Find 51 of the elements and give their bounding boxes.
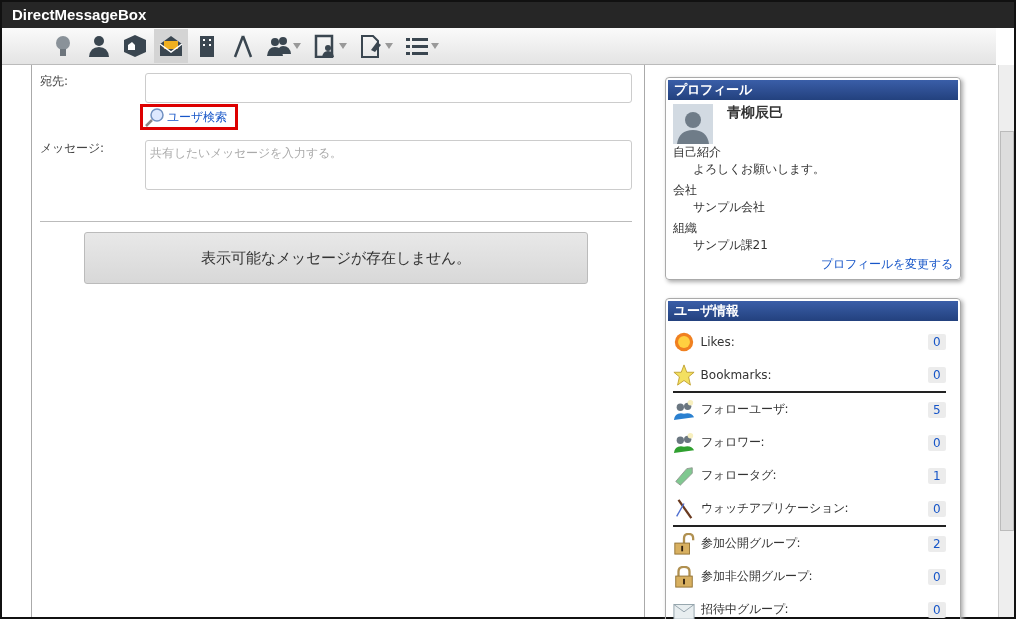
clipboard-person-icon — [313, 34, 337, 58]
compass-icon — [231, 34, 255, 58]
stat-label[interactable]: 招待中グループ: — [700, 601, 922, 618]
stat-count: 0 — [927, 568, 946, 585]
person-icon — [87, 34, 111, 58]
profile-value: よろしくお願いします。 — [691, 161, 826, 178]
stat-count: 1 — [927, 467, 946, 484]
card-title: ユーザ情報 — [667, 301, 958, 321]
empty-message: 表示可能なメッセージが存在しません。 — [84, 232, 588, 284]
stat-label[interactable]: 参加公開グループ: — [700, 535, 922, 552]
profile-label: 自己紹介 — [672, 144, 722, 161]
padlock-icon — [672, 532, 695, 555]
field-label: メッセージ: — [40, 140, 106, 157]
search-icon — [145, 107, 165, 127]
stat-label[interactable]: ウォッチアプリケーション: — [700, 500, 922, 517]
edit-profile-link[interactable]: プロフィールを変更する — [672, 256, 953, 273]
profile-label: 組織 — [672, 220, 698, 237]
stat-count: 0 — [927, 601, 946, 618]
padlock-icon — [672, 565, 695, 588]
users-icon — [672, 431, 695, 454]
avatar — [672, 104, 713, 144]
stat-count: 5 — [927, 401, 946, 418]
profile-value: サンプル会社 — [691, 199, 766, 216]
envelope-icon — [159, 34, 183, 58]
profile-label: 会社 — [672, 182, 698, 199]
stat-count: 2 — [927, 535, 946, 552]
people-icon — [267, 34, 291, 58]
stat-label[interactable]: Bookmarks: — [700, 367, 922, 382]
stat-label[interactable]: フォローユーザ: — [700, 401, 922, 418]
window-title: DirectMessageBox — [2, 2, 1014, 28]
users-icon — [672, 398, 695, 421]
document-pin-icon — [359, 34, 383, 58]
stat-count: 0 — [927, 500, 946, 517]
stat-count: 0 — [927, 366, 946, 383]
recipient-field[interactable] — [145, 73, 632, 103]
stat-label[interactable]: フォロワー: — [700, 434, 922, 451]
profile-value: サンプル課21 — [691, 237, 769, 254]
scrollbar[interactable] — [997, 65, 1014, 617]
toolbar-button[interactable] — [154, 29, 188, 63]
stat-label[interactable]: Likes: — [700, 334, 922, 349]
profile-name: 青柳辰巳 — [726, 104, 783, 122]
message-field[interactable]: 共有したいメッセージを入力する。 — [145, 140, 632, 190]
card-title: プロフィール — [667, 80, 958, 100]
tag-icon — [672, 464, 695, 487]
user-search-link[interactable]: ユーザ検索 — [140, 104, 238, 130]
stat-count: 0 — [927, 333, 946, 350]
stat-label[interactable]: 参加非公開グループ: — [700, 568, 922, 585]
stat-count: 0 — [927, 434, 946, 451]
field-label: 宛先: — [40, 73, 70, 90]
stat-label[interactable]: フォロータグ: — [700, 467, 922, 484]
star-icon — [672, 363, 695, 386]
